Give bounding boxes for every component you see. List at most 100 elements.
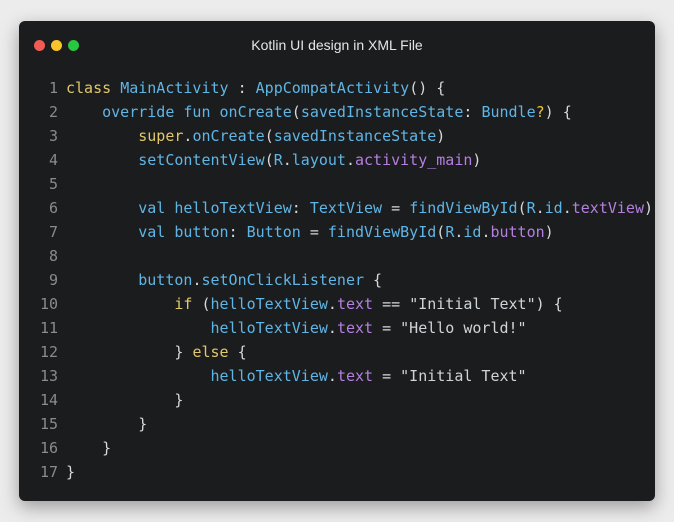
code-token: button: [490, 223, 545, 241]
code-line: 4 setContentView(R.layout.activity_main): [19, 148, 655, 172]
code-token: ) {: [544, 103, 572, 121]
code-text: val button: Button = findViewById(R.id.b…: [66, 220, 553, 244]
code-line: 10 if (helloTextView.text == "Initial Te…: [19, 292, 655, 316]
code-line: 9 button.setOnClickListener {: [19, 268, 655, 292]
code-token: id: [463, 223, 482, 241]
code-token: () {: [409, 79, 446, 97]
code-token: {: [228, 343, 247, 361]
code-block[interactable]: 1 class MainActivity : AppCompatActivity(…: [19, 76, 655, 484]
code-token: "Hello world!": [400, 319, 527, 337]
code-token: "Initial Text": [409, 295, 536, 313]
code-token: ==: [373, 295, 410, 313]
code-token: Bundle: [481, 103, 536, 121]
code-token: val: [138, 199, 166, 217]
line-number: 3: [48, 127, 58, 145]
code-token: helloTextView: [174, 199, 292, 217]
code-text: button.setOnClickListener {: [66, 268, 382, 292]
line-number: 6: [48, 199, 58, 217]
code-token: else: [192, 343, 229, 361]
code-line: 2 override fun onCreate(savedInstanceSta…: [19, 100, 655, 124]
code-text: helloTextView.text = "Hello world!": [66, 316, 527, 340]
code-line: 6 val helloTextView: TextView = findView…: [19, 196, 655, 220]
code-token: .: [345, 151, 355, 169]
code-token: onCreate: [192, 127, 265, 145]
line-number: 10: [39, 295, 58, 313]
code-token: textView: [571, 199, 644, 217]
code-token: savedInstanceState: [300, 103, 464, 121]
code-text: }: [66, 412, 147, 436]
code-token: TextView: [309, 199, 383, 217]
code-token: fun: [183, 103, 211, 121]
code-line: 3 super.onCreate(savedInstanceState): [19, 124, 655, 148]
code-token: .: [282, 151, 292, 169]
code-token: R: [445, 223, 455, 241]
code-token: }: [66, 463, 76, 481]
code-text: setContentView(R.layout.activity_main): [66, 148, 481, 172]
code-token: .: [562, 199, 572, 217]
code-token: R: [273, 151, 283, 169]
code-token: =: [300, 223, 328, 241]
code-token: }: [66, 343, 193, 361]
code-token: (: [264, 151, 274, 169]
code-line: 11 helloTextView.text = "Hello world!": [19, 316, 655, 340]
code-token: ): [472, 151, 482, 169]
code-token: activity_main: [355, 151, 473, 169]
line-number: 15: [39, 415, 58, 433]
code-line: 14 }: [19, 388, 655, 412]
code-token: onCreate: [219, 103, 292, 121]
line-number: 5: [48, 175, 58, 193]
line-number: 8: [48, 247, 58, 265]
code-token: ) {: [535, 295, 563, 313]
window-title: Kotlin UI design in XML File: [251, 37, 423, 53]
code-token: id: [544, 199, 563, 217]
code-token: Button: [246, 223, 301, 241]
code-token: =: [373, 367, 401, 385]
code-token: val: [138, 223, 166, 241]
code-token: if: [174, 295, 193, 313]
line-number: 12: [39, 343, 58, 361]
code-token: :: [228, 79, 256, 97]
code-token: =: [382, 199, 410, 217]
code-token: .: [535, 199, 545, 217]
line-number: 14: [39, 391, 58, 409]
code-line: 8: [19, 244, 655, 268]
code-token: savedInstanceState: [273, 127, 437, 145]
line-number: 4: [48, 151, 58, 169]
code-token: text: [336, 367, 374, 385]
code-token: text: [336, 295, 374, 313]
code-token: :: [291, 199, 310, 217]
code-line: 13 helloTextView.text = "Initial Text": [19, 364, 655, 388]
code-token: ?: [535, 103, 545, 121]
code-token: class: [66, 79, 112, 97]
code-token: {: [364, 271, 383, 289]
code-token: (: [436, 223, 446, 241]
line-number: 16: [39, 439, 58, 457]
line-number: 7: [48, 223, 58, 241]
code-token: findViewById: [409, 199, 518, 217]
code-token: =: [373, 319, 401, 337]
code-token: button: [138, 271, 193, 289]
code-token: MainActivity: [120, 79, 229, 97]
code-line: 17}: [19, 460, 655, 484]
code-token: .: [327, 367, 337, 385]
code-line: 16 }: [19, 436, 655, 460]
code-line: 7 val button: Button = findViewById(R.id…: [19, 220, 655, 244]
title-bar: Kotlin UI design in XML File: [19, 21, 655, 69]
code-token: layout: [291, 151, 346, 169]
line-number: 17: [39, 463, 58, 481]
code-token: :: [228, 223, 247, 241]
code-token: "Initial Text": [400, 367, 527, 385]
code-token: ): [436, 127, 446, 145]
code-line: 5: [19, 172, 655, 196]
code-token: (: [264, 127, 274, 145]
code-token: (: [192, 295, 211, 313]
